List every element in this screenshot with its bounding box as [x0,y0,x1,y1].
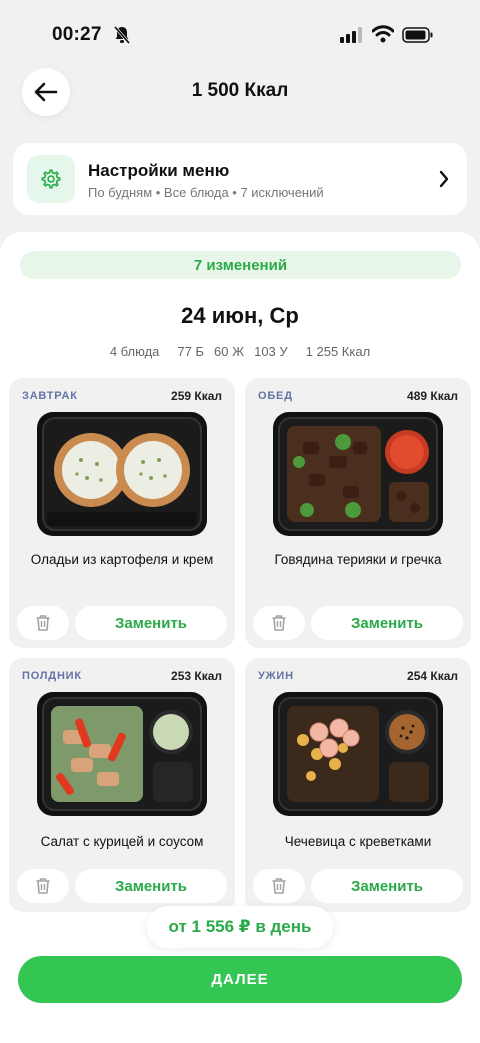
delete-button[interactable] [17,606,69,640]
meal-image-chicken-salad[interactable] [37,692,207,816]
day-kcal: 1 255 Ккал [305,344,371,359]
delete-button[interactable] [253,869,305,903]
meal-label: УЖИН [258,670,294,682]
day-title: 24 июн, Ср [181,303,299,328]
meal-kcal: 253 Ккал [171,669,222,683]
lentils-shrimp-illustration [278,697,438,811]
meal-label: ОБЕД [258,390,293,402]
status-time: 00:27 [52,24,102,45]
gear-icon [41,169,61,189]
meal-kcal: 489 Ккал [407,389,458,403]
meal-card-snack[interactable]: ПОЛДНИК 253 Ккал Салат с курицей и соусо… [9,658,235,912]
replace-button[interactable]: Заменить [311,869,463,903]
trash-icon [272,878,286,894]
replace-button[interactable]: Заменить [75,606,227,640]
wifi-icon [372,25,394,43]
trash-icon [272,615,286,631]
beef-teriyaki-illustration [278,417,438,531]
protein-value: 77 Б [177,344,205,359]
settings-icon-box [27,155,75,203]
meal-image-beef-teriyaki[interactable] [273,412,443,536]
delete-button[interactable] [17,869,69,903]
meal-name: Оладьи из картофеля и крем [30,552,214,567]
day-summary: 4 блюда 77 Б 60 Ж 103 У 1 255 Ккал [0,344,480,359]
price-pill: от 1 556 ₽ в день [147,906,333,948]
carbs-value: 103 У [254,344,288,359]
meal-kcal: 259 Ккал [171,389,222,403]
settings-title: Настройки меню [88,161,230,180]
trash-icon [36,615,50,631]
meal-name: Говядина терияки и гречка [274,552,442,567]
pancakes-illustration [42,417,202,531]
delete-button[interactable] [253,606,305,640]
meal-label: ПОЛДНИК [22,670,82,682]
menu-settings-card[interactable]: Настройки меню По будням • Все блюда • 7… [13,143,467,215]
battery-icon [402,27,433,43]
meal-card-lunch[interactable]: ОБЕД 489 Ккал Говядина терияки и гречка … [245,378,471,648]
meal-image-pancakes[interactable] [37,412,207,536]
chicken-salad-illustration [42,697,202,811]
settings-subtitle: По будням • Все блюда • 7 исключений [88,185,324,200]
replace-button[interactable]: Заменить [311,606,463,640]
bell-muted-icon [114,26,130,44]
macros: 77 Б 60 Ж 103 У [177,344,287,359]
meal-label: ЗАВТРАК [22,390,78,402]
meal-image-lentils-shrimp[interactable] [273,692,443,816]
signal-icon [340,27,362,43]
meal-name: Салат с курицей и соусом [40,834,204,849]
changes-badge[interactable]: 7 изменений [20,251,461,279]
meal-kcal: 254 Ккал [407,669,458,683]
next-button[interactable]: ДАЛЕЕ [18,956,462,1003]
page-title: 1 500 Ккал [191,80,289,101]
dish-count: 4 блюда [109,344,160,359]
meal-card-dinner[interactable]: УЖИН 254 Ккал Чечевица с креветками Заме… [245,658,471,912]
replace-button[interactable]: Заменить [75,869,227,903]
chevron-right-icon [439,170,449,188]
status-bar: 00:27 [0,0,480,64]
trash-icon [36,878,50,894]
fat-value: 60 Ж [214,344,245,359]
meal-card-breakfast[interactable]: ЗАВТРАК 259 Ккал Оладьи из картофеля и к… [9,378,235,648]
meal-name: Чечевица с креветками [284,834,432,849]
